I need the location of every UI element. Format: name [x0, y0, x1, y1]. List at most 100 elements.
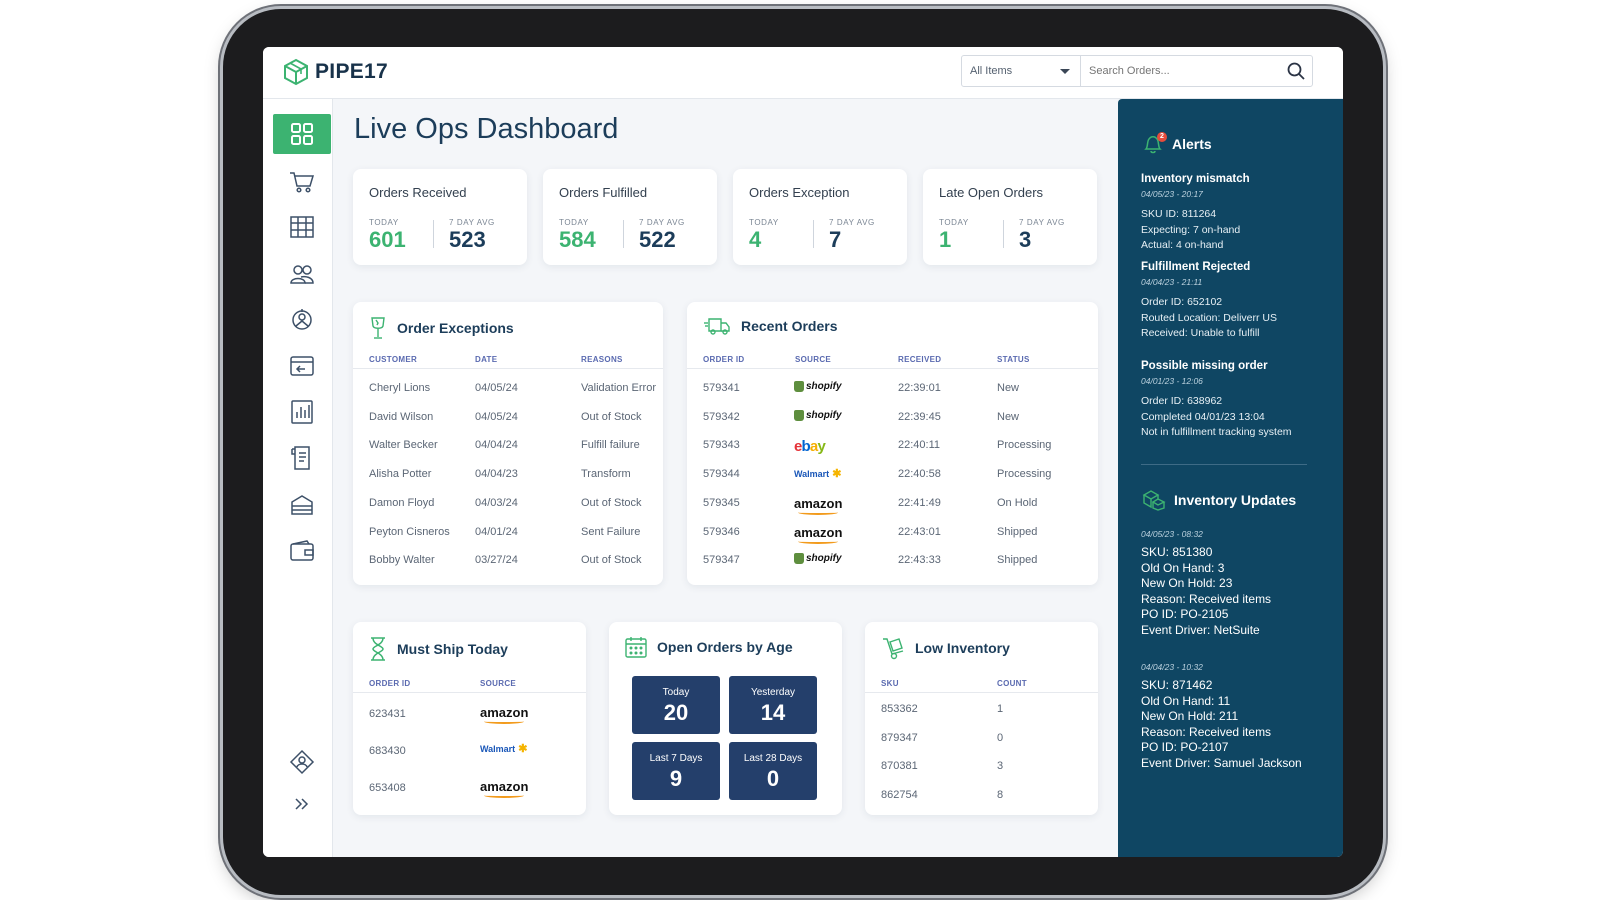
age-bucket-yesterday[interactable]: Yesterday 14 [729, 676, 817, 734]
nav-catalog[interactable] [273, 207, 331, 247]
low-inventory-panel: Low Inventory SKU COUNT 853362 1 879347 0 87… [865, 622, 1098, 815]
source-logo: ebayebay [794, 438, 826, 455]
source-logo: amazon [480, 705, 528, 724]
nav-orders[interactable] [273, 162, 331, 202]
table-row[interactable]: 862754 8 [865, 789, 1098, 809]
brand-name: PIPE17 [315, 60, 389, 83]
kpi-avg-value: 523 [449, 227, 486, 252]
inventory-update-detail: Event Driver: Samuel Jackson [1141, 756, 1302, 770]
age-bucket-value: 14 [760, 700, 786, 725]
table-row[interactable]: 870381 3 [865, 760, 1098, 780]
nav-reports[interactable] [273, 392, 331, 432]
received-time: 22:43:01 [898, 525, 941, 538]
table-cell: 03/27/24 [475, 554, 518, 567]
kpi-avg-value: 7 [829, 227, 842, 252]
column-header[interactable]: ORDER ID [369, 679, 411, 688]
age-bucket-today[interactable]: Today 20 [632, 676, 720, 734]
table-cell: Damon Floyd [369, 496, 435, 509]
panel-header: Recent Orders [703, 316, 837, 336]
kpi-avg-value: 522 [639, 227, 676, 252]
bell-icon[interactable]: 2 [1142, 132, 1167, 155]
table-row[interactable]: 879347 0 [865, 732, 1098, 752]
table-cell: 04/05/24 [475, 382, 518, 394]
item-filter-value: All Items [970, 65, 1013, 77]
column-header[interactable]: DATE [475, 355, 497, 364]
inventory-update-detail: Old On Hand: 11 [1141, 693, 1231, 708]
kpi-today-label: TODAY [369, 218, 399, 227]
nav-invoices[interactable] [273, 438, 331, 478]
age-bucket-last-28-days[interactable]: Last 28 Days 0 [729, 742, 817, 800]
kpi-today-value: 4 [749, 227, 762, 252]
table-row[interactable]: 579345 amazon 22:41:49 On Hold [687, 496, 1098, 517]
column-header[interactable]: REASONS [581, 355, 623, 364]
source-logo: shopify [794, 381, 842, 392]
item-filter-select[interactable]: All Items [961, 55, 1081, 87]
nav-customers[interactable] [273, 254, 331, 294]
nav-integrations[interactable] [273, 300, 331, 340]
nav-returns[interactable] [273, 346, 331, 386]
inventory-update-detail: SKU: 871462 [1141, 678, 1213, 692]
column-header[interactable]: SOURCE [795, 355, 831, 364]
page-title: Live Ops Dashboard [354, 113, 619, 145]
kpi-card-late-open-orders[interactable]: Late Open Orders TODAY 1 7 DAY AVG 3 [923, 169, 1097, 265]
receipt-icon [291, 446, 310, 470]
column-header[interactable]: RECEIVED [898, 355, 941, 364]
table-row[interactable]: 579343 ebayebay 22:40:11 Processing [687, 438, 1098, 459]
kpi-today-value: 1 [939, 227, 952, 252]
table-row[interactable]: 579341 shopify 22:39:01 New [687, 381, 1098, 402]
alerts-header: 2 Alerts [1142, 132, 1212, 155]
open-orders-age-panel: Open Orders by Age Today 20 Yesterday 14… [609, 622, 842, 815]
column-header[interactable]: CUSTOMER [369, 355, 417, 364]
search-icon[interactable] [1286, 61, 1306, 81]
kpi-card-orders-exception[interactable]: Orders Exception TODAY 4 7 DAY AVG 7 [733, 169, 907, 265]
nav-help[interactable] [273, 742, 331, 782]
alert-title: Fulfillment Rejected [1141, 261, 1251, 273]
alert-detail: Actual: 4 on-hand [1141, 239, 1224, 251]
table-row[interactable]: Bobby Walter 03/27/24 Out of Stock [353, 554, 663, 574]
table-row[interactable]: 579342 shopify 22:39:45 New [687, 409, 1098, 431]
count-cell: 1 [997, 703, 1004, 715]
age-bucket-label: Last 7 Days [649, 753, 703, 764]
age-bucket-last-7-days[interactable]: Last 7 Days 9 [632, 742, 720, 800]
received-time: 22:39:45 [898, 410, 941, 423]
brand-logo[interactable]: PIPE17 [283, 58, 388, 86]
order-id: 579345 [703, 496, 740, 509]
broken-glass-icon [371, 317, 385, 339]
returns-icon [290, 356, 314, 376]
table-row[interactable]: 853362 1 [865, 703, 1098, 723]
alert-title: Inventory mismatch [1141, 173, 1250, 185]
source-logo: amazon [794, 496, 842, 515]
column-header[interactable]: SOURCE [480, 679, 516, 688]
source-name: shopify [806, 553, 842, 565]
table-cell: Sent Failure [581, 525, 641, 538]
kpi-card-orders-fulfilled[interactable]: Orders Fulfilled TODAY 584 7 DAY AVG 522 [543, 169, 717, 265]
column-header[interactable]: COUNT [997, 679, 1027, 688]
inventory-update-detail: New On Hold: 211 [1141, 709, 1239, 724]
nav-dashboard[interactable] [273, 114, 331, 154]
table-row[interactable]: Peyton Cisneros 04/01/24 Sent Failure [353, 526, 663, 546]
column-header[interactable]: STATUS [997, 355, 1030, 364]
kpi-avg-label: 7 DAY AVG [639, 218, 685, 227]
table-row[interactable]: 579346 amazon 22:43:01 Shipped [687, 525, 1098, 546]
table-row[interactable]: 623431 amazon [353, 705, 586, 728]
table-row[interactable]: Walter Becker 04/04/24 Fulfill failure [353, 439, 663, 459]
table-row[interactable]: 579347 shopify 22:43:33 Shipped [687, 553, 1098, 574]
nav-expand[interactable] [273, 784, 331, 824]
age-bucket-value: 20 [663, 700, 689, 725]
table-row[interactable]: Cheryl Lions 04/05/24 Validation Error [353, 382, 663, 402]
nav-billing[interactable] [273, 531, 331, 571]
integration-icon [292, 309, 312, 330]
received-time: 22:43:33 [898, 554, 941, 567]
column-header[interactable]: SKU [881, 679, 899, 688]
table-row[interactable]: Damon Floyd 04/03/24 Out of Stock [353, 497, 663, 517]
table-row[interactable]: 653408 amazon [353, 779, 586, 802]
table-row[interactable]: Alisha Potter 04/04/23 Transform [353, 468, 663, 488]
kpi-card-orders-received[interactable]: Orders Received TODAY 601 7 DAY AVG 523 [353, 169, 527, 265]
source-name: shopify [806, 409, 842, 421]
column-header[interactable]: ORDER ID [703, 355, 745, 364]
table-row[interactable]: David Wilson 04/05/24 Out of Stock [353, 411, 663, 431]
nav-inventory[interactable] [273, 485, 331, 525]
table-row[interactable]: 683430 Walmart ✱ [353, 743, 586, 765]
search-input[interactable] [1081, 56, 1271, 86]
table-row[interactable]: 579344 Walmart ✱ 22:40:58 Processing [687, 468, 1098, 488]
